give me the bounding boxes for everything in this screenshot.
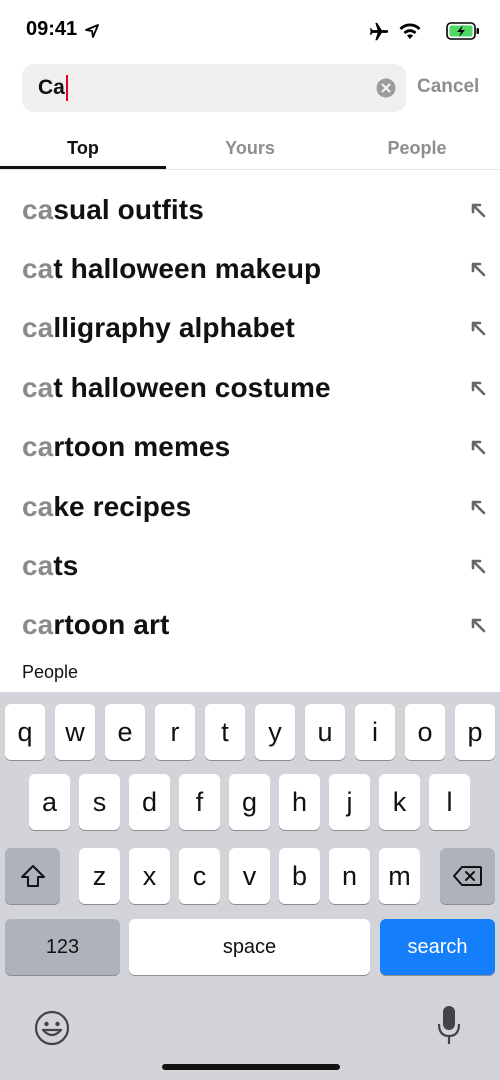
- key-f[interactable]: f: [179, 774, 220, 830]
- suggestion-item[interactable]: cartoon memes: [0, 418, 500, 477]
- search-tabs: Top Yours People: [0, 128, 500, 170]
- key-a[interactable]: a: [29, 774, 70, 830]
- key-s[interactable]: s: [79, 774, 120, 830]
- suggestion-item[interactable]: calligraphy alphabet: [0, 299, 500, 358]
- emoji-icon[interactable]: [34, 1010, 70, 1046]
- key-p[interactable]: p: [455, 704, 495, 760]
- keyboard: q w e r t y u i o p a s d f g h j k l z …: [0, 692, 500, 1080]
- key-e[interactable]: e: [105, 704, 145, 760]
- key-h[interactable]: h: [279, 774, 320, 830]
- home-indicator: [162, 1064, 340, 1070]
- key-x[interactable]: x: [129, 848, 170, 904]
- active-tab-indicator: [0, 166, 166, 169]
- key-c[interactable]: c: [179, 848, 220, 904]
- backspace-icon: [452, 866, 482, 886]
- suggestion-item[interactable]: casual outfits: [0, 180, 500, 239]
- key-k[interactable]: k: [379, 774, 420, 830]
- search-value: Ca: [38, 76, 65, 99]
- status-time: 09:41: [26, 18, 78, 40]
- key-v[interactable]: v: [229, 848, 270, 904]
- suggestion-item[interactable]: cartoon art: [0, 596, 500, 655]
- fill-query-arrow-icon[interactable]: [468, 200, 488, 220]
- cancel-button[interactable]: Cancel: [417, 76, 479, 98]
- shift-icon: [20, 865, 45, 887]
- fill-query-arrow-icon[interactable]: [468, 615, 488, 635]
- key-y[interactable]: y: [255, 704, 295, 760]
- key-n[interactable]: n: [329, 848, 370, 904]
- suggestion-item[interactable]: cat halloween costume: [0, 358, 500, 417]
- wifi-icon: [399, 23, 421, 39]
- suggestion-text: cat halloween makeup: [22, 253, 322, 285]
- key-g[interactable]: g: [229, 774, 270, 830]
- key-q[interactable]: q: [5, 704, 45, 760]
- tab-people[interactable]: People: [334, 138, 500, 159]
- numbers-key[interactable]: 123: [5, 919, 120, 975]
- search-input[interactable]: Ca: [22, 64, 406, 112]
- suggestion-item[interactable]: cake recipes: [0, 477, 500, 536]
- key-r[interactable]: r: [155, 704, 195, 760]
- fill-query-arrow-icon[interactable]: [468, 437, 488, 457]
- suggestion-list: casual outfits cat halloween makeup call…: [0, 180, 500, 655]
- suggestion-text: cartoon art: [22, 609, 170, 641]
- section-label-people: People: [22, 662, 79, 682]
- suggestion-text: cats: [22, 550, 79, 582]
- key-z[interactable]: z: [79, 848, 120, 904]
- fill-query-arrow-icon[interactable]: [468, 556, 488, 576]
- microphone-icon[interactable]: [436, 1004, 462, 1046]
- suggestion-text: casual outfits: [22, 193, 204, 225]
- suggestion-item[interactable]: cat halloween makeup: [0, 239, 500, 298]
- fill-query-arrow-icon[interactable]: [468, 378, 488, 398]
- space-key[interactable]: space: [129, 919, 370, 975]
- search-key[interactable]: search: [380, 919, 495, 975]
- key-w[interactable]: w: [55, 704, 95, 760]
- suggestion-text: calligraphy alphabet: [22, 312, 295, 344]
- text-caret: [65, 75, 68, 101]
- delete-key[interactable]: [440, 848, 495, 904]
- key-j[interactable]: j: [329, 774, 370, 830]
- suggestion-text: cake recipes: [22, 490, 192, 522]
- location-arrow-icon: [85, 24, 99, 38]
- status-icons: [350, 18, 480, 44]
- key-m[interactable]: m: [379, 848, 420, 904]
- tab-yours[interactable]: Yours: [167, 138, 333, 159]
- suggestion-text: cat halloween costume: [22, 371, 331, 403]
- search-text: Ca: [38, 75, 68, 101]
- suggestion-item[interactable]: cats: [0, 536, 500, 595]
- status-bar: 09:41: [0, 0, 500, 60]
- key-o[interactable]: o: [405, 704, 445, 760]
- tab-top[interactable]: Top: [0, 138, 166, 159]
- key-i[interactable]: i: [355, 704, 395, 760]
- key-l[interactable]: l: [429, 774, 470, 830]
- suggestion-text: cartoon memes: [22, 431, 231, 463]
- clear-circle-icon[interactable]: [376, 78, 396, 98]
- fill-query-arrow-icon[interactable]: [468, 259, 488, 279]
- fill-query-arrow-icon[interactable]: [468, 318, 488, 338]
- shift-key[interactable]: [5, 848, 60, 904]
- key-b[interactable]: b: [279, 848, 320, 904]
- airplane-icon: [369, 22, 389, 41]
- key-u[interactable]: u: [305, 704, 345, 760]
- key-t[interactable]: t: [205, 704, 245, 760]
- battery-charging-icon: [446, 22, 479, 40]
- fill-query-arrow-icon[interactable]: [468, 497, 488, 517]
- key-d[interactable]: d: [129, 774, 170, 830]
